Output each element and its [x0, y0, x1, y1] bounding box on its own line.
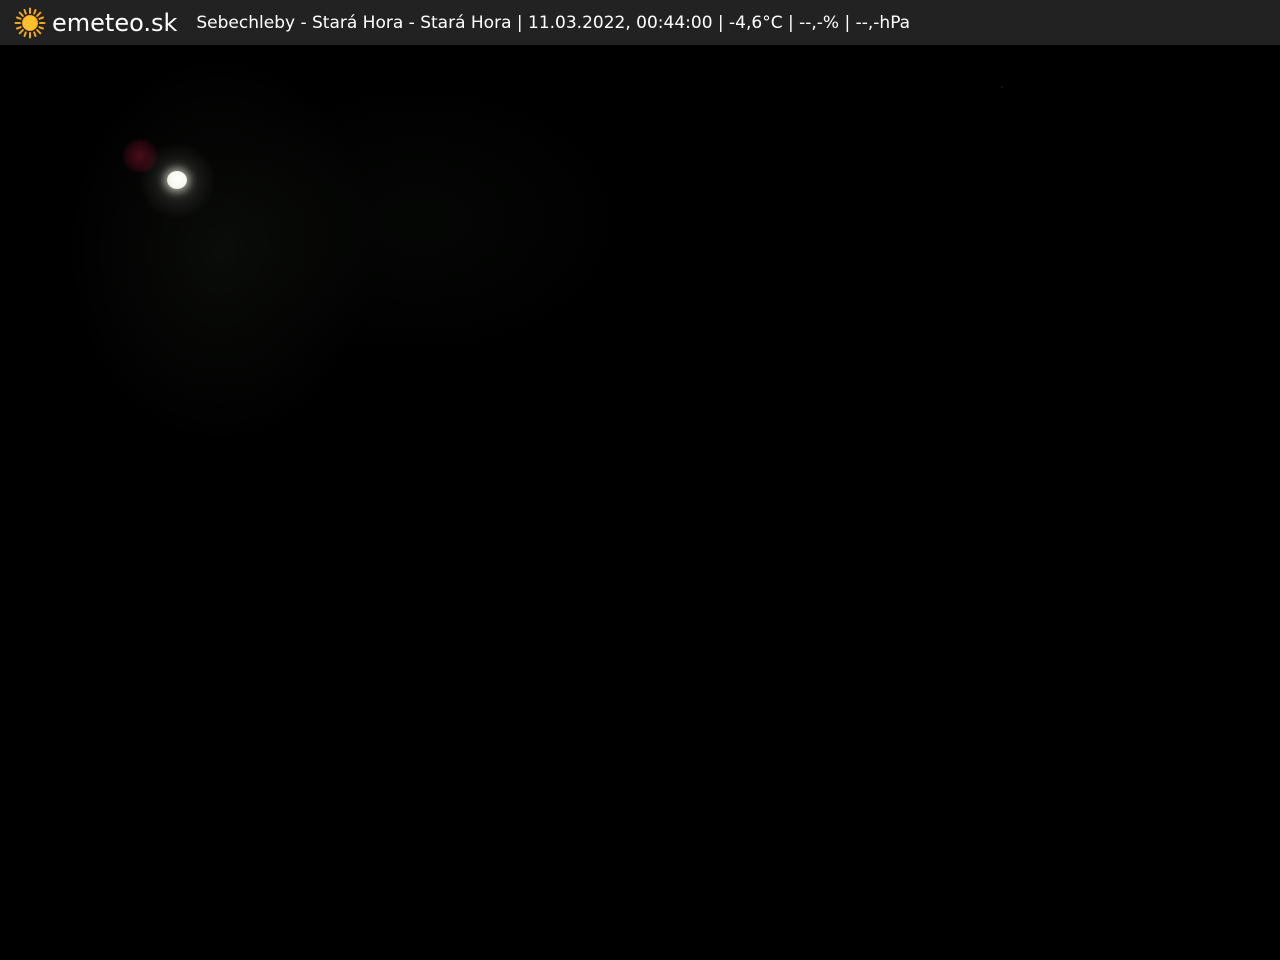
star: [1001, 86, 1003, 88]
station-info-caption: Sebechleby - Stará Hora - Stará Hora | 1…: [196, 12, 911, 33]
brand-name: emeteo.sk: [52, 8, 178, 37]
moon: [167, 171, 187, 189]
brand-logo: emeteo.sk: [14, 0, 177, 45]
sun-icon: [14, 7, 46, 38]
info-overlay-bar: emeteo.sk Sebechleby - Stará Hora - Star…: [0, 0, 1280, 45]
webcam-frame: emeteo.sk Sebechleby - Stará Hora - Star…: [0, 0, 1280, 960]
webcam-image: [0, 0, 1280, 960]
